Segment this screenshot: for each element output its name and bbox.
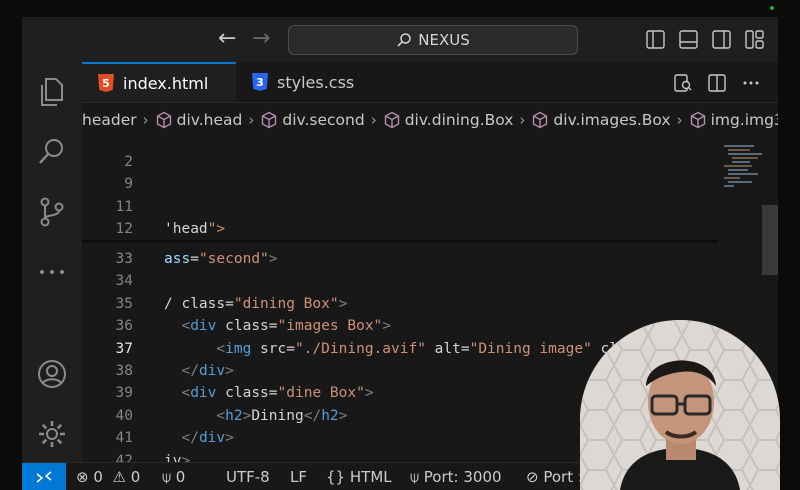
- element-cube-icon: [156, 111, 171, 129]
- source-control-icon[interactable]: [36, 196, 68, 228]
- code-text: <div class="images Box">: [181, 318, 392, 335]
- breadcrumb-label: header: [82, 111, 137, 129]
- command-center-search[interactable]: NEXUS: [288, 25, 578, 55]
- tab-index-html[interactable]: 5 index.html: [82, 62, 236, 102]
- no-entry-icon: ⊘: [526, 468, 539, 486]
- code-text: </div>: [181, 363, 234, 379]
- chevron-right-icon: ›: [142, 111, 149, 129]
- remote-icon: [36, 471, 52, 483]
- port-label: Port: 3000: [423, 468, 502, 486]
- editor-scrollbar-thumb[interactable]: [762, 205, 778, 275]
- search-text: NEXUS: [418, 31, 470, 49]
- antenna-icon: ⍦: [162, 468, 172, 486]
- open-preview-icon[interactable]: [674, 74, 692, 92]
- warning-icon: ⚠: [112, 468, 126, 486]
- breadcrumb-img-img3[interactable]: img.img3: [689, 111, 778, 129]
- error-count: 0: [93, 468, 103, 486]
- code-text: ass="second">: [164, 251, 278, 267]
- code-text: / class="dining Box">: [164, 295, 348, 312]
- breadcrumb-div-dining-box[interactable]: div.dining.Box: [383, 111, 514, 129]
- breadcrumb-label: div.second: [282, 111, 365, 129]
- line-number: 12: [115, 221, 133, 237]
- ports-forwarded-indicator[interactable]: ⍦ 0: [162, 468, 185, 486]
- sticky-scroll-divider: [82, 240, 718, 244]
- warning-count: 0: [130, 468, 141, 486]
- breadcrumb-header[interactable]: header: [82, 111, 137, 129]
- line-number: 37: [115, 340, 133, 357]
- chevron-right-icon: ›: [676, 111, 683, 129]
- split-editor-icon[interactable]: [708, 74, 726, 92]
- code-text: <div class="dine Box">: [181, 385, 374, 402]
- eol-indicator[interactable]: LF: [290, 468, 307, 486]
- toggle-secondary-sidebar-icon[interactable]: [712, 30, 731, 49]
- tab-label: styles.css: [277, 72, 355, 92]
- error-icon: ⊗: [76, 468, 89, 486]
- chevron-right-icon: ›: [248, 111, 255, 129]
- css3-icon: 3: [252, 73, 268, 91]
- editor-actions: [674, 74, 760, 92]
- toggle-primary-sidebar-icon[interactable]: [646, 30, 665, 49]
- language-label: HTML: [349, 468, 392, 486]
- search-icon: [397, 33, 411, 47]
- encoding-label: UTF-8: [226, 468, 270, 486]
- line-number: 41: [115, 430, 133, 447]
- element-cube-icon: [262, 111, 277, 129]
- more-actions-icon[interactable]: [742, 74, 760, 92]
- code-text: 'head">: [164, 221, 226, 237]
- html5-icon: 5: [98, 74, 114, 92]
- code-text: </div>: [181, 430, 234, 447]
- layout-controls: [646, 30, 764, 49]
- element-cube-icon: [533, 111, 548, 129]
- live-server-port[interactable]: ⍦ Port: 3000: [410, 468, 502, 486]
- element-cube-icon: [690, 111, 705, 129]
- activity-bar: [22, 62, 82, 462]
- breadcrumb-div-images-box[interactable]: div.images.Box: [531, 111, 671, 129]
- breadcrumb-label: div.dining.Box: [404, 111, 514, 129]
- chevron-right-icon: ›: [370, 111, 377, 129]
- line-number: 11: [115, 199, 133, 215]
- breadcrumb-label: div.head: [176, 111, 243, 129]
- code-text: <h2>Dining</h2>: [216, 407, 348, 424]
- customize-layout-icon[interactable]: [745, 30, 764, 49]
- language-mode-indicator[interactable]: {} HTML: [326, 468, 392, 486]
- forward-arrow-icon[interactable]: →: [252, 26, 270, 51]
- code-text: <img src="./Dining.avif" alt="Dining ima…: [216, 340, 644, 357]
- line-number: 35: [115, 295, 133, 312]
- explorer-icon[interactable]: [36, 76, 68, 108]
- problems-indicator[interactable]: ⊗ 0 ⚠ 0: [76, 468, 140, 486]
- line-number: 2: [124, 154, 133, 170]
- breadcrumb-label: div.images.Box: [553, 111, 671, 129]
- accounts-icon[interactable]: [36, 358, 68, 390]
- line-number: 9: [124, 176, 133, 192]
- ports-count: 0: [175, 468, 186, 486]
- line-number: 39: [115, 385, 133, 402]
- title-bar: ← → NEXUS: [22, 17, 778, 62]
- eol-label: LF: [290, 468, 307, 486]
- breadcrumb-label: img.img3: [710, 111, 778, 129]
- line-number: 36: [115, 318, 133, 335]
- line-number: 40: [115, 407, 133, 424]
- breadcrumb: header › div.head › div.second › div.din…: [82, 103, 778, 137]
- recording-indicator: [770, 6, 774, 10]
- editor-tabs: 5 index.html 3 styles.css: [82, 62, 778, 103]
- line-number: 34: [115, 273, 133, 290]
- remote-indicator-button[interactable]: [22, 463, 66, 490]
- tab-styles-css[interactable]: 3 styles.css: [236, 62, 402, 102]
- breadcrumb-div-second[interactable]: div.second: [260, 111, 365, 129]
- back-arrow-icon[interactable]: ←: [218, 26, 236, 51]
- search-view-icon[interactable]: [36, 136, 68, 168]
- chevron-right-icon: ›: [519, 111, 526, 129]
- encoding-indicator[interactable]: UTF-8: [226, 468, 270, 486]
- line-number: 38: [115, 363, 133, 379]
- breadcrumb-div-head[interactable]: div.head: [155, 111, 243, 129]
- toggle-panel-icon[interactable]: [679, 30, 698, 49]
- tab-label: index.html: [123, 73, 209, 93]
- broadcast-icon: ⍦: [410, 468, 420, 486]
- element-cube-icon: [384, 111, 399, 129]
- manage-gear-icon[interactable]: [36, 418, 68, 450]
- braces-icon: {}: [326, 468, 346, 486]
- line-number: 33: [115, 251, 133, 267]
- more-views-icon[interactable]: [36, 256, 68, 288]
